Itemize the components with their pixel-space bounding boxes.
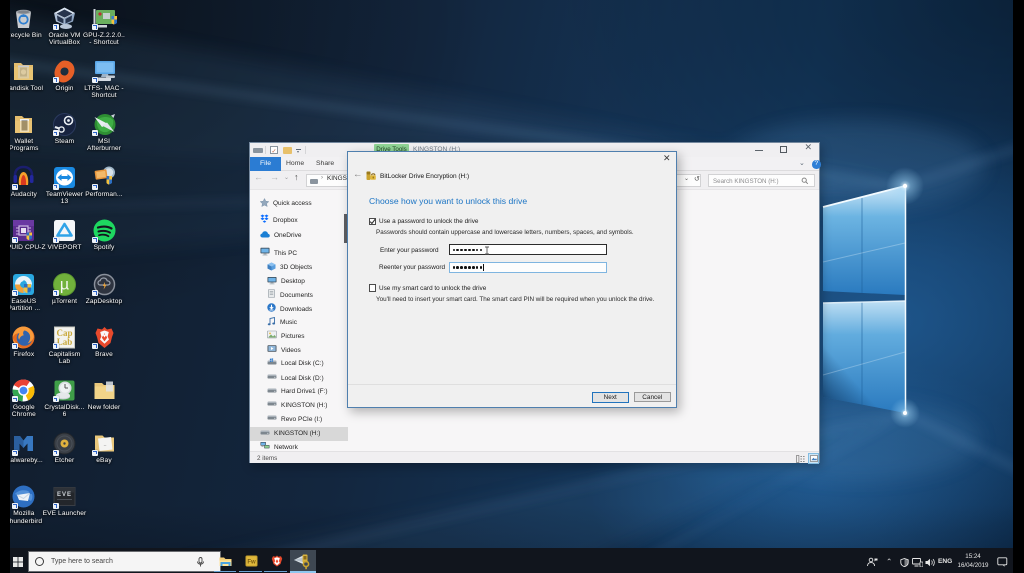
svg-text:..: .. <box>103 442 107 448</box>
svg-text:Fw: Fw <box>247 559 256 565</box>
svg-text:EVE: EVE <box>57 492 72 498</box>
svg-text:Lab: Lab <box>57 337 73 347</box>
svg-text:µ: µ <box>60 276 69 293</box>
